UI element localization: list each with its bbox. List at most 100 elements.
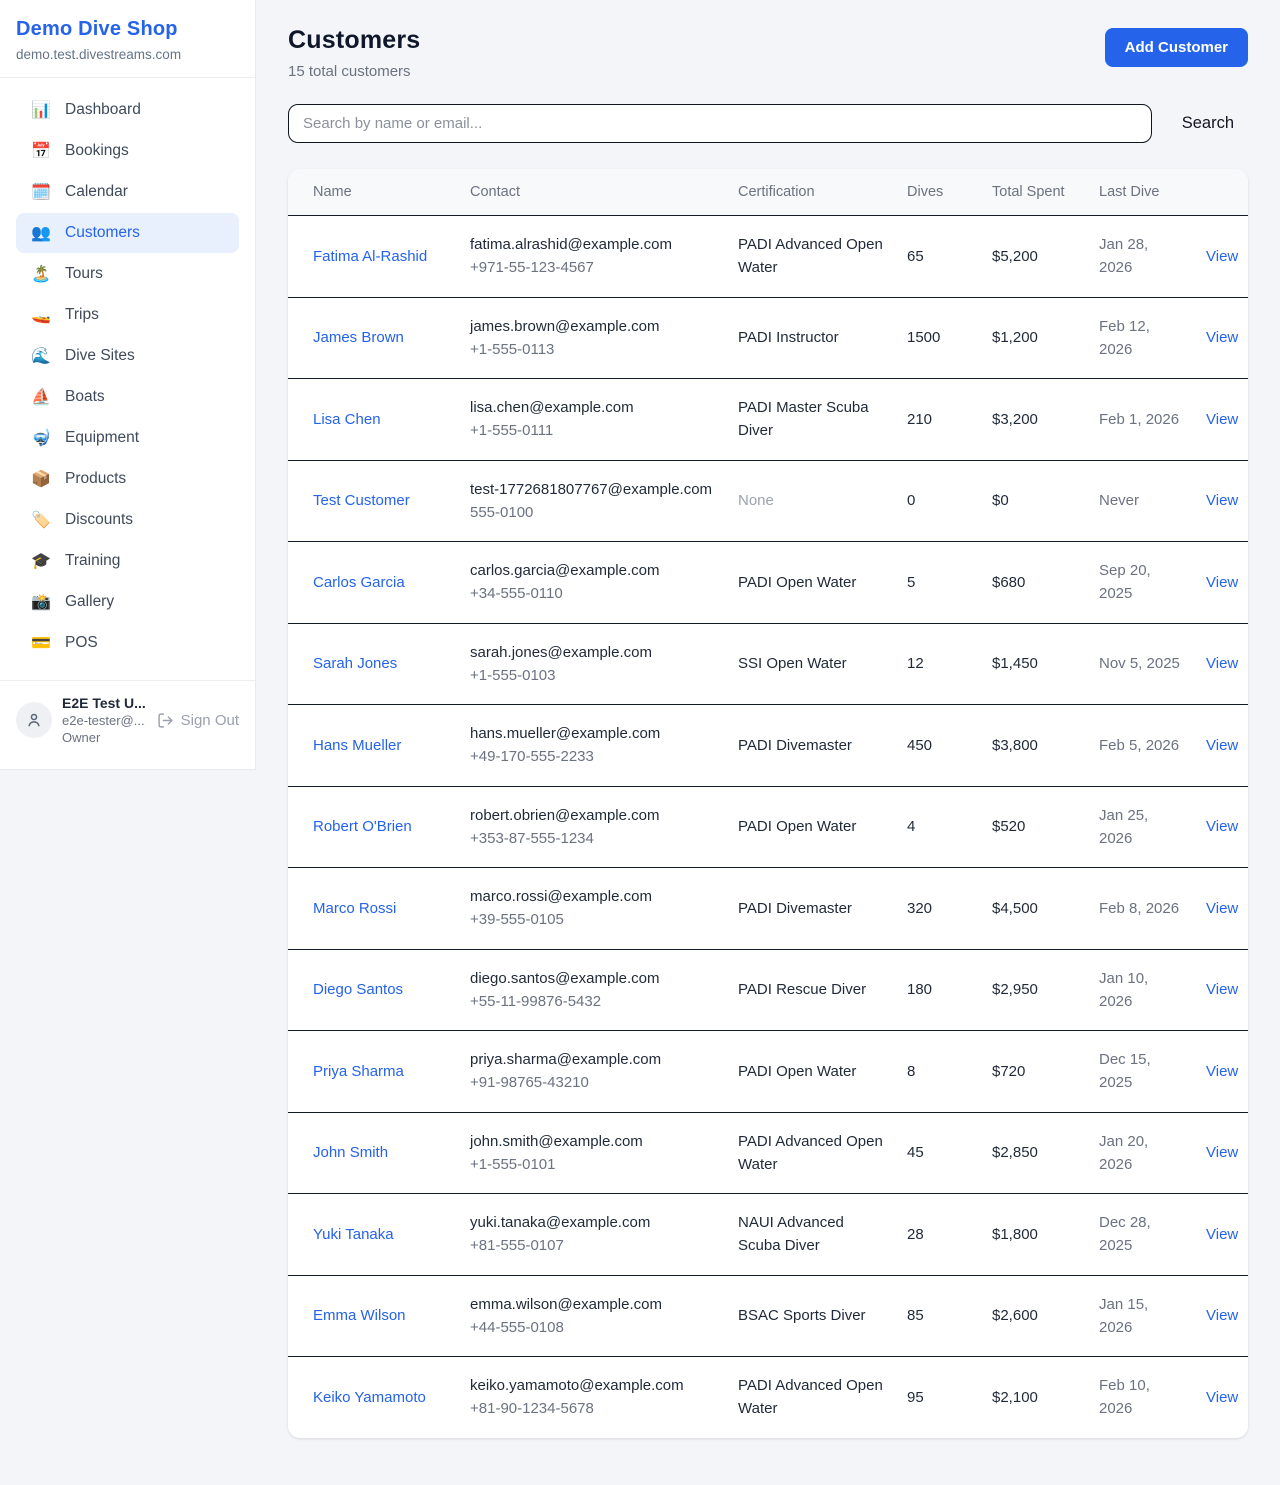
sidebar-item-trips[interactable]: 🚤 Trips xyxy=(16,295,239,335)
view-link[interactable]: View xyxy=(1206,248,1238,265)
customer-last-dive: Feb 8, 2026 xyxy=(1087,868,1194,950)
customer-name-link[interactable]: Emma Wilson xyxy=(313,1307,406,1324)
customer-phone: +55-11-99876-5432 xyxy=(470,990,714,1013)
table-row: Lisa Chen lisa.chen@example.com+1-555-01… xyxy=(288,379,1248,461)
sidebar-item-label: Tours xyxy=(65,265,103,283)
page-title: Customers xyxy=(288,26,420,55)
view-link[interactable]: View xyxy=(1206,655,1238,672)
customer-dives: 8 xyxy=(895,1031,980,1113)
customer-name-link[interactable]: Keiko Yamamoto xyxy=(313,1389,426,1406)
sign-out-button[interactable]: Sign Out xyxy=(157,712,239,729)
view-link[interactable]: View xyxy=(1206,818,1238,835)
view-link[interactable]: View xyxy=(1206,1144,1238,1161)
customer-last-dive: Jan 25, 2026 xyxy=(1087,786,1194,868)
add-customer-button[interactable]: Add Customer xyxy=(1105,28,1248,67)
customer-name-link[interactable]: Fatima Al-Rashid xyxy=(313,248,427,265)
sidebar-item-label: Products xyxy=(65,470,126,488)
sidebar-item-dive-sites[interactable]: 🌊 Dive Sites xyxy=(16,336,239,376)
customer-name-link[interactable]: John Smith xyxy=(313,1144,388,1161)
customer-total-spent: $2,600 xyxy=(980,1275,1087,1357)
customer-certification: PADI Advanced Open Water xyxy=(726,216,895,298)
customer-last-dive: Feb 5, 2026 xyxy=(1087,705,1194,787)
customers-table: Name Contact Certification Dives Total S… xyxy=(288,169,1248,1438)
customer-name-link[interactable]: Diego Santos xyxy=(313,981,403,998)
customer-email: fatima.alrashid@example.com xyxy=(470,233,714,256)
sidebar-item-pos[interactable]: 💳 POS xyxy=(16,623,239,663)
customer-last-dive: Jan 20, 2026 xyxy=(1087,1112,1194,1194)
customer-certification: PADI Open Water xyxy=(726,1031,895,1113)
sidebar-item-gallery[interactable]: 📸 Gallery xyxy=(16,582,239,622)
table-row: Emma Wilson emma.wilson@example.com+44-5… xyxy=(288,1275,1248,1357)
customer-certification: PADI Advanced Open Water xyxy=(726,1357,895,1438)
view-link[interactable]: View xyxy=(1206,1307,1238,1324)
customer-name-link[interactable]: Sarah Jones xyxy=(313,655,397,672)
view-link[interactable]: View xyxy=(1206,1226,1238,1243)
speedboat-icon: 🚤 xyxy=(30,305,52,325)
view-link[interactable]: View xyxy=(1206,1389,1238,1406)
view-link[interactable]: View xyxy=(1206,411,1238,428)
customer-name-link[interactable]: Marco Rossi xyxy=(313,900,396,917)
view-link[interactable]: View xyxy=(1206,492,1238,509)
sidebar-item-equipment[interactable]: 🤿 Equipment xyxy=(16,418,239,458)
column-header-total-spent: Total Spent xyxy=(980,169,1087,216)
customer-email: robert.obrien@example.com xyxy=(470,804,714,827)
customer-last-dive: Feb 12, 2026 xyxy=(1087,297,1194,379)
page-header: Customers 15 total customers Add Custome… xyxy=(288,26,1248,80)
sidebar-item-discounts[interactable]: 🏷️ Discounts xyxy=(16,500,239,540)
sidebar-item-tours[interactable]: 🏝️ Tours xyxy=(16,254,239,294)
customer-name-link[interactable]: Test Customer xyxy=(313,492,410,509)
search-bar: Search xyxy=(288,104,1248,143)
customer-dives: 65 xyxy=(895,216,980,298)
diving-mask-icon: 🤿 xyxy=(30,428,52,448)
user-box: E2E Test U... e2e-tester@... Owner Sign … xyxy=(0,680,255,759)
customer-count: 15 total customers xyxy=(288,63,420,80)
view-link[interactable]: View xyxy=(1206,981,1238,998)
customer-dives: 12 xyxy=(895,623,980,705)
view-link[interactable]: View xyxy=(1206,900,1238,917)
spiral-calendar-icon: 🗓️ xyxy=(30,182,52,202)
sidebar-item-customers[interactable]: 👥 Customers xyxy=(16,213,239,253)
customer-total-spent: $3,800 xyxy=(980,705,1087,787)
view-link[interactable]: View xyxy=(1206,329,1238,346)
customer-last-dive: Dec 28, 2025 xyxy=(1087,1194,1194,1276)
customer-email: carlos.garcia@example.com xyxy=(470,559,714,582)
customer-total-spent: $2,100 xyxy=(980,1357,1087,1438)
sidebar-item-calendar[interactable]: 🗓️ Calendar xyxy=(16,172,239,212)
search-button[interactable]: Search xyxy=(1182,114,1234,133)
view-link[interactable]: View xyxy=(1206,574,1238,591)
search-input[interactable] xyxy=(288,104,1152,143)
customer-name-link[interactable]: James Brown xyxy=(313,329,404,346)
customer-name-link[interactable]: Carlos Garcia xyxy=(313,574,405,591)
sidebar-item-bookings[interactable]: 📅 Bookings xyxy=(16,131,239,171)
wave-icon: 🌊 xyxy=(30,346,52,366)
customer-phone: +353-87-555-1234 xyxy=(470,827,714,850)
customer-last-dive: Feb 1, 2026 xyxy=(1087,379,1194,461)
customer-phone: +81-90-1234-5678 xyxy=(470,1397,714,1420)
customer-phone: +34-555-0110 xyxy=(470,582,714,605)
customers-table-card: Name Contact Certification Dives Total S… xyxy=(288,169,1248,1438)
sidebar-item-boats[interactable]: ⛵ Boats xyxy=(16,377,239,417)
customer-name-link[interactable]: Priya Sharma xyxy=(313,1063,404,1080)
customer-last-dive: Dec 15, 2025 xyxy=(1087,1031,1194,1113)
table-row: Diego Santos diego.santos@example.com+55… xyxy=(288,949,1248,1031)
customer-name-link[interactable]: Hans Mueller xyxy=(313,737,401,754)
brand-domain: demo.test.divestreams.com xyxy=(16,47,239,62)
sidebar-item-label: Customers xyxy=(65,224,140,242)
sidebar-item-products[interactable]: 📦 Products xyxy=(16,459,239,499)
customer-dives: 320 xyxy=(895,868,980,950)
sidebar: Demo Dive Shop demo.test.divestreams.com… xyxy=(0,0,256,770)
customer-email: hans.mueller@example.com xyxy=(470,722,714,745)
customer-name-link[interactable]: Robert O'Brien xyxy=(313,818,412,835)
customer-dives: 1500 xyxy=(895,297,980,379)
avatar xyxy=(16,702,52,738)
sidebar-item-label: POS xyxy=(65,634,98,652)
sidebar-item-training[interactable]: 🎓 Training xyxy=(16,541,239,581)
customer-name-link[interactable]: Lisa Chen xyxy=(313,411,381,428)
sidebar-item-dashboard[interactable]: 📊 Dashboard xyxy=(16,90,239,130)
sidebar-item-label: Boats xyxy=(65,388,105,406)
customer-total-spent: $1,800 xyxy=(980,1194,1087,1276)
customer-last-dive: Sep 20, 2025 xyxy=(1087,542,1194,624)
view-link[interactable]: View xyxy=(1206,737,1238,754)
view-link[interactable]: View xyxy=(1206,1063,1238,1080)
customer-name-link[interactable]: Yuki Tanaka xyxy=(313,1226,394,1243)
